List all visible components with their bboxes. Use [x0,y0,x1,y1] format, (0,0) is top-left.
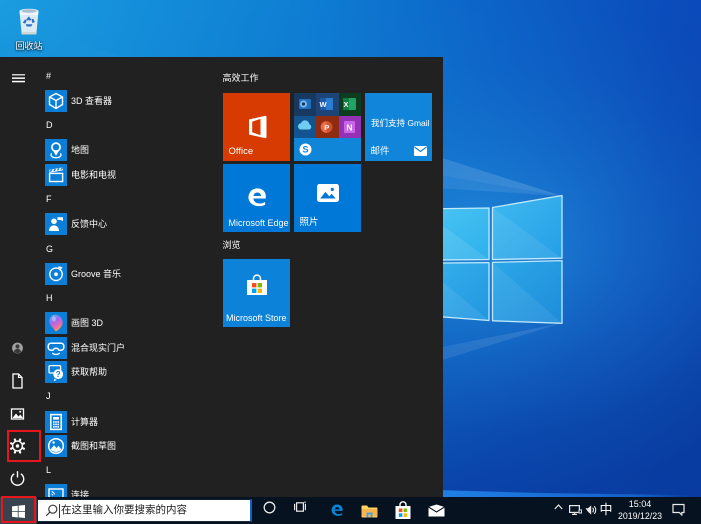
svg-text:?: ? [56,370,61,379]
svg-text:X: X [343,100,348,109]
svg-text:N: N [346,122,352,132]
svg-text:S: S [302,145,308,155]
svg-text:P: P [324,123,329,132]
svg-text:W: W [319,100,327,109]
